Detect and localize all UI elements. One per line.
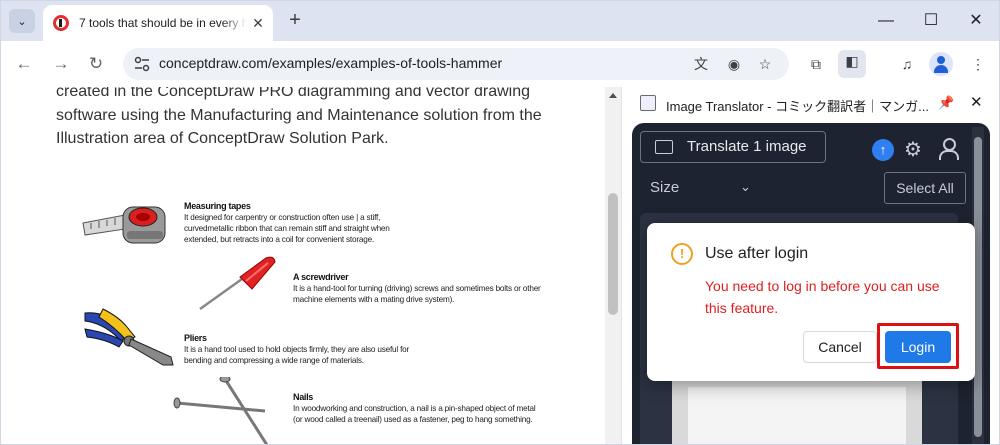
user-icon[interactable] — [938, 137, 959, 160]
chevron-down-icon[interactable]: ⌄ — [740, 179, 751, 195]
reload-icon[interactable]: ↻ — [85, 53, 107, 75]
page-paragraph: created in the ConceptDraw PRO diagrammi… — [56, 87, 542, 147]
image-icon — [655, 140, 673, 154]
tool-title: Pliers — [184, 333, 207, 343]
translate-image-button[interactable]: Translate 1 image — [640, 131, 826, 163]
select-all-button[interactable]: Select All — [884, 172, 966, 204]
login-button[interactable]: Login — [885, 331, 951, 363]
measuring-tape-image — [82, 206, 166, 244]
site-info-icon[interactable] — [133, 55, 151, 73]
active-tab[interactable]: 7 tools that should be in every h ✕ — [43, 5, 273, 41]
browser-window: ⌄ 7 tools that should be in every h ✕ + … — [0, 0, 1000, 445]
browser-toolbar: ← → ↻ conceptdraw.com/examples/examples-… — [1, 41, 999, 87]
extensions-icon[interactable]: ⧉ — [805, 53, 827, 75]
thumbnail-content — [688, 387, 906, 444]
translate-button-label: Translate 1 image — [687, 138, 807, 155]
address-bar[interactable]: conceptdraw.com/examples/examples-of-too… — [123, 48, 789, 80]
extension-scrollbar-thumb[interactable] — [974, 137, 982, 437]
maximize-icon[interactable]: ☐ — [919, 9, 943, 33]
site-favicon-icon — [53, 15, 69, 31]
star-icon[interactable]: ☆ — [755, 54, 775, 74]
pin-icon[interactable]: 📌 — [938, 95, 954, 111]
side-panel-header: Image Translator - コミック翻訳者｜マンガ... 📌 ✕ — [622, 87, 999, 121]
tool-title: Nails — [293, 392, 314, 402]
tool-description: In woodworking and construction, a nail … — [293, 404, 536, 424]
side-panel-icon[interactable]: ◧ — [838, 50, 866, 78]
cancel-button[interactable]: Cancel — [803, 331, 877, 363]
tool-description: It is a hand tool used to hold objects f… — [184, 345, 410, 365]
back-icon[interactable]: ← — [13, 53, 35, 75]
profile-icon[interactable] — [929, 52, 953, 76]
url-text: conceptdraw.com/examples/examples-of-too… — [159, 55, 503, 71]
image-thumbnail[interactable] — [672, 379, 922, 444]
close-icon[interactable]: ✕ — [970, 93, 983, 111]
window-close-icon[interactable]: ✕ — [964, 9, 988, 33]
gear-icon[interactable]: ⚙ — [904, 137, 922, 162]
eye-off-icon[interactable]: ◉ — [724, 54, 744, 74]
media-icon[interactable]: ♫ — [896, 53, 918, 75]
dialog-message: You need to log in before you can use th… — [705, 278, 940, 316]
tool-description: It is a hand-tool for turning (driving) … — [293, 284, 541, 304]
tool-description: It designed for carpentry or constructio… — [184, 213, 390, 244]
dialog-title: Use after login — [705, 245, 809, 262]
nails-image — [173, 377, 269, 444]
menu-icon[interactable]: ⋮ — [967, 53, 989, 75]
pliers-image — [84, 308, 174, 366]
upload-icon[interactable]: ↑ — [872, 139, 894, 161]
new-tab-icon[interactable]: + — [284, 10, 306, 32]
scroll-up-icon[interactable] — [609, 93, 617, 98]
forward-icon[interactable]: → — [50, 53, 72, 75]
web-page-content: created in the ConceptDraw PRO diagrammi… — [1, 87, 605, 444]
tool-title: Measuring tapes — [184, 201, 251, 211]
size-label[interactable]: Size — [650, 179, 679, 196]
title-bar: ⌄ 7 tools that should be in every h ✕ + … — [1, 1, 999, 41]
screwdriver-image — [199, 256, 276, 311]
page-scrollbar[interactable] — [605, 87, 621, 444]
side-panel-title[interactable]: Image Translator - コミック翻訳者｜マンガ... — [666, 96, 928, 115]
close-icon[interactable]: ✕ — [249, 14, 267, 32]
minimize-icon[interactable]: — — [874, 9, 898, 33]
tab-list-icon[interactable]: ⌄ — [9, 9, 35, 33]
scrollbar-thumb[interactable] — [608, 193, 618, 315]
tab-title: 7 tools that should be in every h — [79, 16, 247, 30]
translate-icon[interactable]: 文 — [691, 54, 711, 74]
login-dialog: ! Use after login You need to log in bef… — [647, 223, 975, 381]
tool-title: A screwdriver — [293, 272, 349, 282]
extension-favicon-icon — [640, 95, 656, 111]
warning-icon: ! — [671, 243, 693, 265]
